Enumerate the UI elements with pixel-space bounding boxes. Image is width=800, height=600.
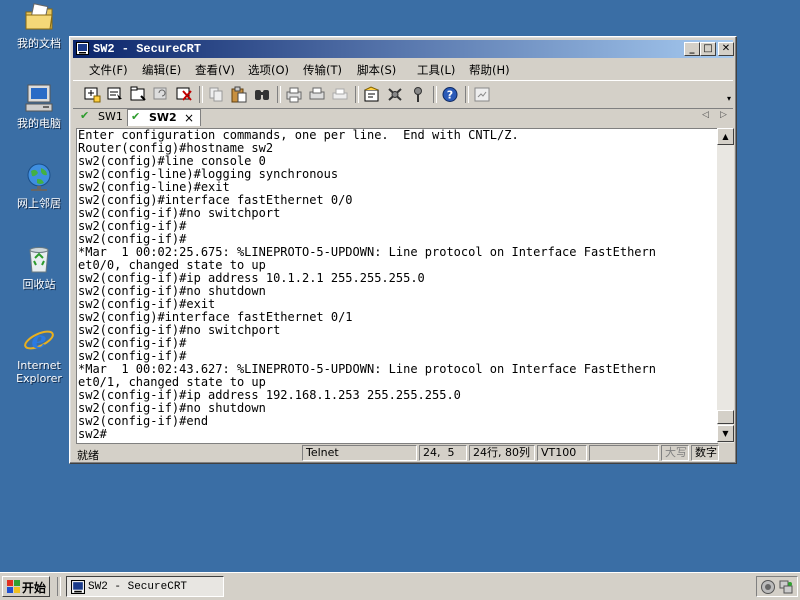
maximize-button[interactable]: □ — [700, 42, 716, 56]
connected-check-icon: ✔ — [80, 109, 90, 122]
taskbar-item-securecrt[interactable]: SW2 - SecureCRT — [66, 576, 224, 597]
start-button[interactable]: 开始 — [2, 576, 50, 597]
menu-script[interactable]: 脚本(S) — [354, 61, 399, 79]
terminal-output: Enter configuration commands, one per li… — [78, 129, 656, 441]
print-setup-icon[interactable] — [330, 85, 350, 104]
menu-bar: 文件(F) 编辑(E) 查看(V) 选项(O) 传输(T) 脚本(S) 工具(L… — [73, 59, 733, 79]
desktop-icon-my-documents[interactable]: 我的文档 — [8, 2, 70, 50]
toolbar-separator — [355, 86, 359, 103]
menu-options[interactable]: 选项(O) — [245, 61, 292, 79]
menu-transfer[interactable]: 传输(T) — [300, 61, 345, 79]
my-computer-icon — [23, 82, 55, 114]
my-documents-icon — [23, 2, 55, 34]
desktop-icon-label: 网上邻居 — [17, 197, 61, 210]
tab-scroll-left-icon[interactable]: ◁ — [702, 110, 709, 120]
menu-edit[interactable]: 编辑(E) — [139, 61, 184, 79]
toolbar-separator — [277, 86, 281, 103]
taskbar-item-label: SW2 - SecureCRT — [88, 581, 188, 593]
print-selection-icon[interactable] — [307, 85, 327, 104]
connected-check-icon: ✔ — [131, 110, 141, 123]
status-blank — [589, 445, 659, 461]
menu-tools[interactable]: 工具(L) — [414, 61, 458, 79]
status-num-lock: 数字 — [691, 445, 719, 461]
menu-file[interactable]: 文件(F) — [86, 61, 131, 79]
recycle-bin-icon — [23, 243, 55, 275]
desktop-icon-label: 回收站 — [22, 278, 56, 291]
tab-label: SW1 — [98, 110, 123, 123]
tab-close-icon[interactable]: × — [184, 111, 194, 125]
find-icon[interactable] — [252, 85, 272, 104]
connect-icon[interactable] — [82, 85, 102, 104]
toolbar-separator — [465, 86, 469, 103]
close-button[interactable]: ✕ — [718, 42, 734, 56]
connect-in-tab-icon[interactable] — [128, 85, 148, 104]
session-tab-bar: ✔ SW1 ✔ SW2 × ◁ ▷ — [73, 108, 733, 126]
print-icon[interactable] — [284, 85, 304, 104]
tab-label: SW2 — [149, 111, 177, 124]
session-options-icon[interactable] — [362, 85, 382, 104]
status-protocol: Telnet — [302, 445, 417, 461]
disconnect-icon[interactable] — [174, 85, 194, 104]
network-places-icon — [23, 162, 55, 194]
tab-sw2[interactable]: ✔ SW2 × — [127, 109, 201, 126]
status-emulation: VT100 — [537, 445, 587, 461]
desktop-icon-network-places[interactable]: 网上邻居 — [8, 162, 70, 210]
desktop-icon-internet-explorer[interactable]: e Internet Explorer — [8, 324, 70, 385]
status-ready: 就绪 — [77, 449, 99, 462]
terminal-area[interactable]: Enter configuration commands, one per li… — [76, 128, 718, 444]
status-caps-lock: 大写 — [661, 445, 689, 461]
securecrt-app-icon — [76, 42, 89, 55]
desktop-icon-label: 我的文档 — [17, 37, 61, 50]
menu-help[interactable]: 帮助(H) — [466, 61, 513, 79]
global-options-icon[interactable] — [385, 85, 405, 104]
svg-text:?: ? — [447, 89, 453, 102]
tab-sw1[interactable]: ✔ SW1 — [77, 109, 125, 125]
toolbar-overflow-icon[interactable]: ▾ — [727, 94, 731, 103]
securecrt-app-icon — [71, 580, 85, 598]
status-terminal-size: 24行, 80列 — [469, 445, 535, 461]
status-bar: 就绪 Telnet 24, 5 24行, 80列 VT100 大写 数字 — [73, 445, 733, 462]
scroll-down-icon[interactable]: ▼ — [717, 425, 734, 442]
menu-view[interactable]: 查看(V) — [192, 61, 238, 79]
help-icon[interactable]: ? — [440, 85, 460, 104]
taskbar: 开始 SW2 - SecureCRT — [0, 572, 800, 600]
tray-network-icon[interactable] — [778, 579, 794, 598]
quick-connect-icon[interactable] — [105, 85, 125, 104]
desktop-icon-label: 我的电脑 — [17, 117, 61, 130]
vertical-scrollbar[interactable]: ▲ ▼ — [717, 128, 734, 443]
tray-sound-icon[interactable] — [760, 579, 776, 598]
paste-icon[interactable] — [229, 85, 249, 104]
system-tray — [756, 576, 798, 597]
minimize-button[interactable]: _ — [684, 42, 700, 56]
scrollbar-thumb[interactable] — [717, 410, 734, 424]
windows-flag-icon — [7, 580, 21, 593]
start-label: 开始 — [22, 581, 47, 595]
securecrt-window: SW2 - SecureCRT _ □ ✕ 文件(F) 编辑(E) 查看(V) … — [69, 36, 737, 464]
copy-icon[interactable] — [206, 85, 226, 104]
svg-text:e: e — [31, 325, 46, 354]
window-titlebar[interactable]: SW2 - SecureCRT _ □ ✕ — [73, 40, 734, 58]
taskbar-separator — [57, 577, 61, 596]
scroll-up-icon[interactable]: ▲ — [717, 128, 734, 145]
toolbar: ? ▾ — [73, 80, 733, 109]
desktop-icon-my-computer[interactable]: 我的电脑 — [8, 82, 70, 130]
toolbar-separator — [433, 86, 437, 103]
window-title: SW2 - SecureCRT — [93, 42, 202, 56]
status-cursor-position: 24, 5 — [419, 445, 467, 461]
reconnect-icon[interactable] — [151, 85, 171, 104]
desktop-icon-recycle-bin[interactable]: 回收站 — [8, 243, 70, 291]
sftp-icon[interactable] — [472, 85, 492, 104]
toolbar-separator — [199, 86, 203, 103]
keymap-icon[interactable] — [408, 85, 428, 104]
internet-explorer-icon: e — [23, 324, 55, 356]
tab-scroll-right-icon[interactable]: ▷ — [720, 110, 727, 120]
desktop-icon-label: Internet Explorer — [16, 359, 62, 385]
